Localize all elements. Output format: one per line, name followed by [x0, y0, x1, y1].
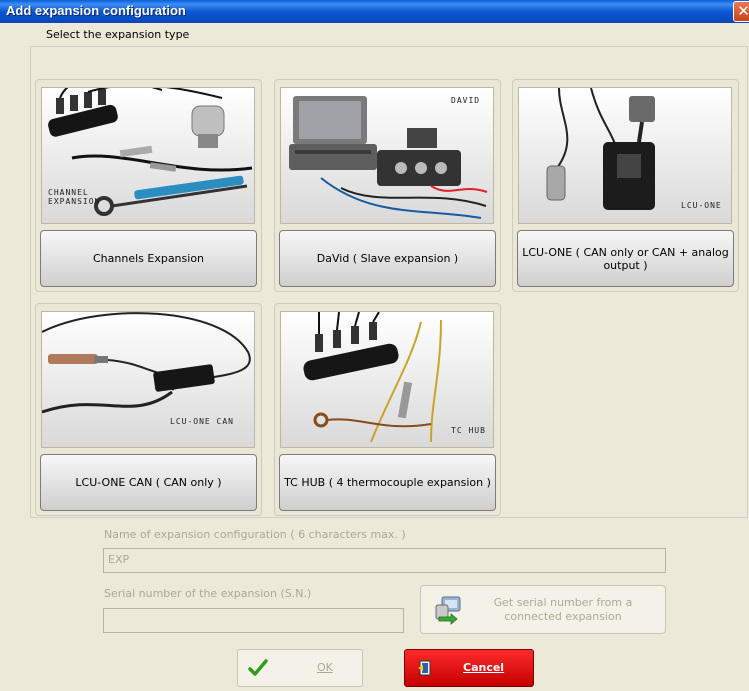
david-button[interactable]: DaVid ( Slave expansion )	[279, 230, 496, 287]
lcu-one-can-image: LCU-ONE CAN	[41, 311, 255, 448]
card-lcu-one-can: LCU-ONE CAN LCU-ONE CAN ( CAN only )	[35, 303, 262, 516]
ok-label: OK	[317, 661, 333, 674]
door-exit-icon	[418, 660, 431, 676]
get-serial-number-button[interactable]: Get serial number from a connected expan…	[420, 585, 666, 634]
close-button[interactable]: ✕	[733, 1, 749, 22]
tc-hub-button[interactable]: TC HUB ( 4 thermocouple expansion )	[279, 454, 496, 511]
title-bar[interactable]: Add expansion configuration ✕	[0, 0, 749, 23]
lcu-one-button[interactable]: LCU-ONE ( CAN only or CAN + analog outpu…	[517, 230, 734, 287]
checkmark-icon	[248, 659, 268, 676]
lcu-one-can-caption: LCU-ONE CAN	[170, 417, 234, 426]
cancel-button[interactable]: Cancel	[404, 649, 534, 687]
serial-field-label: Serial number of the expansion (S.N.)	[104, 587, 312, 600]
serial-field[interactable]	[103, 608, 404, 633]
lcu-one-can-button[interactable]: LCU-ONE CAN ( CAN only )	[40, 454, 257, 511]
prompt-label: Select the expansion type	[46, 28, 190, 41]
david-caption: DAVID	[451, 96, 481, 105]
get-serial-number-label: Get serial number from a connected expan…	[493, 596, 633, 623]
card-channels-expansion: CHANNEL EXPANSION Channels Expansion	[35, 79, 262, 292]
lcu-one-caption: LCU-ONE	[681, 201, 722, 210]
channels-expansion-button[interactable]: Channels Expansion	[40, 230, 257, 287]
lcu-one-image: LCU-ONE	[518, 87, 732, 224]
dialog-window: Add expansion configuration ✕ Select the…	[0, 0, 749, 691]
name-field-label: Name of expansion configuration ( 6 char…	[104, 528, 406, 541]
cancel-label: Cancel	[463, 661, 505, 674]
card-lcu-one: LCU-ONE LCU-ONE ( CAN only or CAN + anal…	[512, 79, 739, 292]
tc-hub-caption: TC HUB	[451, 426, 486, 435]
close-icon: ✕	[737, 2, 749, 20]
ok-button[interactable]: OK	[237, 649, 363, 687]
card-tc-hub: TC HUB TC HUB ( 4 thermocouple expansion…	[274, 303, 501, 516]
tc-hub-image: TC HUB	[280, 311, 494, 448]
channels-expansion-image: CHANNEL EXPANSION	[41, 87, 255, 224]
name-field[interactable]: EXP	[103, 548, 666, 573]
channels-expansion-caption: CHANNEL EXPANSION	[48, 188, 101, 206]
window-title: Add expansion configuration	[6, 3, 186, 18]
david-image: DAVID	[280, 87, 494, 224]
card-david: DAVID DaVid ( Slave expansion )	[274, 79, 501, 292]
computer-transfer-icon	[435, 596, 461, 625]
